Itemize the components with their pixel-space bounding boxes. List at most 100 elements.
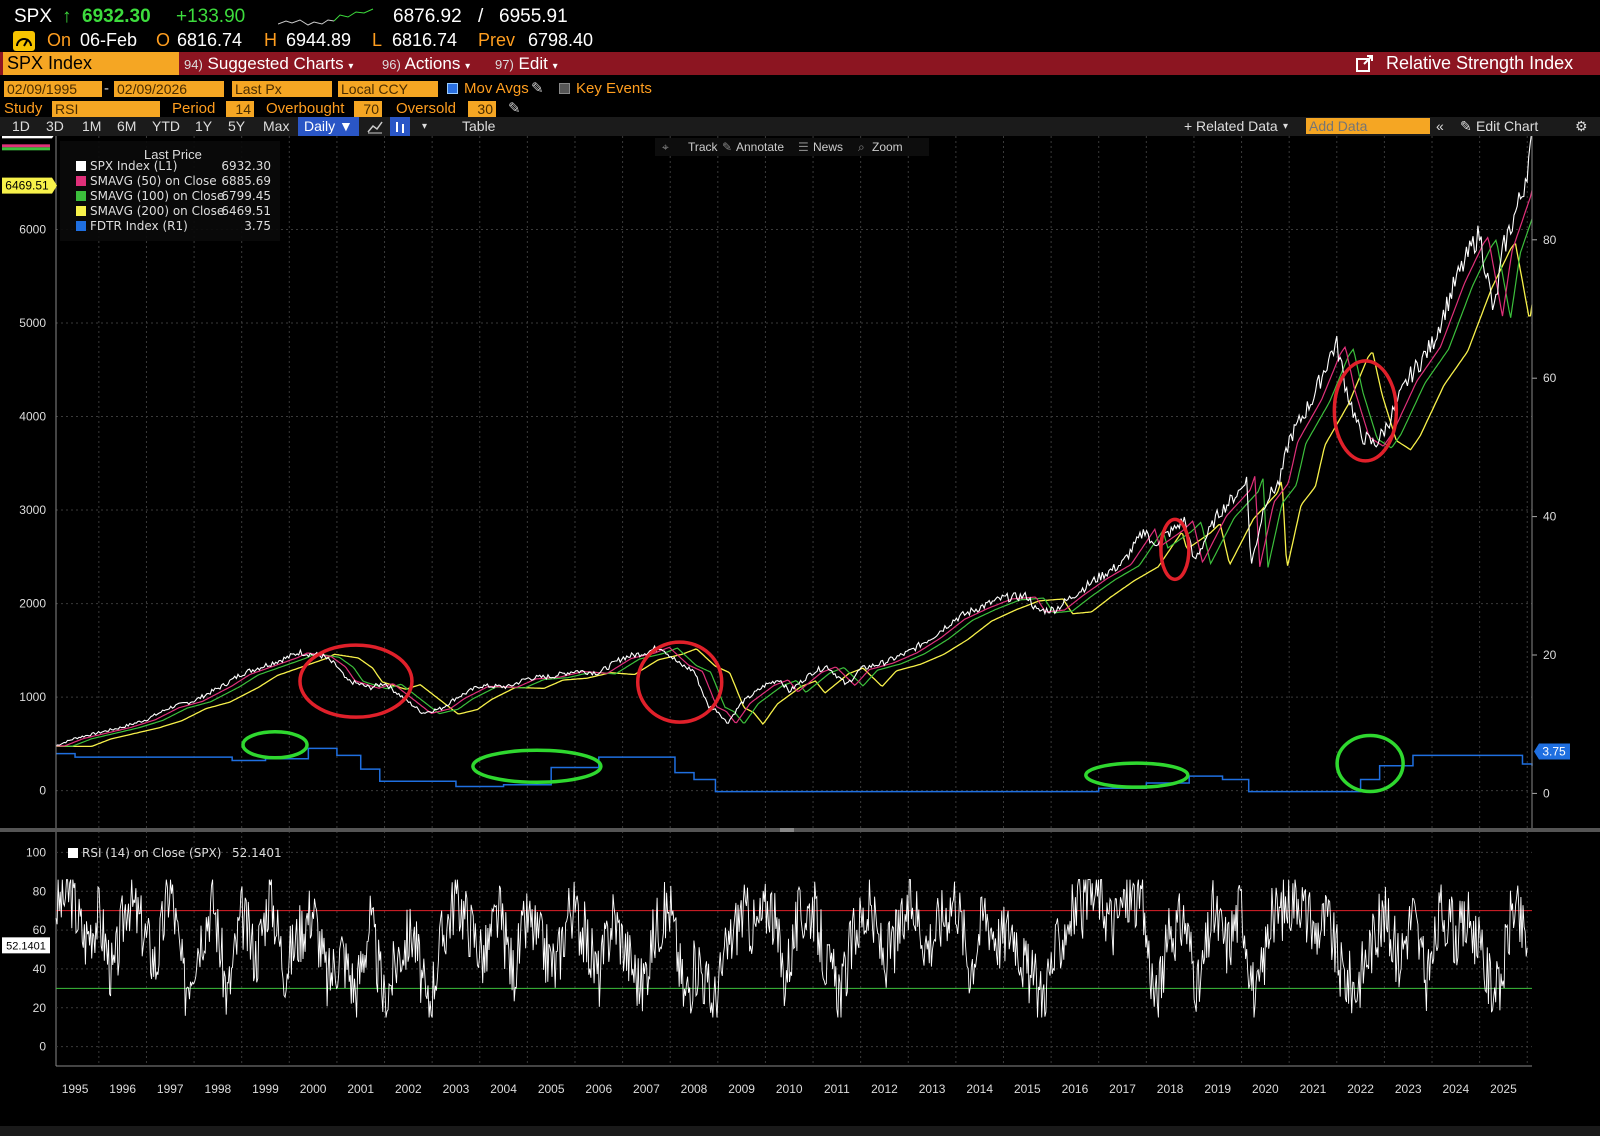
prev-value: 6798.40 [528,30,594,50]
period-field[interactable]: 14 [226,101,254,117]
date-range-dash: - [104,80,109,97]
gauge-icon[interactable] [13,31,35,51]
x-tick-label: 1996 [109,1082,136,1096]
x-tick-label: 2004 [490,1082,517,1096]
range-3d[interactable]: 3D [46,117,64,136]
x-tick-label: 1999 [252,1082,279,1096]
range-1d[interactable]: 1D [12,117,30,136]
pencil-icon[interactable]: ✎ [531,81,544,97]
x-tick-label: 2008 [681,1082,708,1096]
y-left-tick-label: 6000 [19,223,46,237]
news-icon[interactable]: ☰ [798,140,809,154]
high-label: H [264,30,277,50]
related-data-button[interactable]: Related Data [1196,117,1278,136]
chevron-down-icon: ▾ [465,61,471,72]
x-tick-label: 2006 [585,1082,612,1096]
oversold-field[interactable]: 30 [468,101,496,117]
chevron-down-icon[interactable]: ▾ [1283,117,1288,136]
quote-line-2: On 06-Feb O 6816.74 H 6944.89 L 6816.74 … [0,28,1600,52]
y-left-tick-label: 1000 [19,690,46,704]
x-tick-label: 2000 [300,1082,327,1096]
range-5y[interactable]: 5Y [228,117,245,136]
x-tick-label: 2022 [1347,1082,1374,1096]
legend-swatch [76,161,86,171]
highlight-ellipse [1335,733,1405,794]
search-icon[interactable]: ⌕ [858,140,865,154]
highlight-ellipse [1084,761,1190,789]
pencil-icon[interactable]: ✎ [722,140,732,154]
popout-icon[interactable] [1356,52,1374,75]
double-chevron-left-icon[interactable]: « [1436,117,1444,136]
chevron-down-icon[interactable]: ▾ [422,117,427,136]
highlight-ellipse [635,640,724,724]
x-tick-label: 2009 [728,1082,755,1096]
legend-series-name: FDTR Index (R1) [90,219,188,233]
range-1m[interactable]: 1M [82,117,101,136]
gear-icon[interactable]: ⚙ [1575,117,1588,136]
mov-avgs-label[interactable]: Mov Avgs [464,81,529,97]
mov-avgs-checkbox[interactable] [447,83,458,94]
y-right-tick-label: 80 [1543,233,1557,247]
line-chart-icon[interactable] [367,117,383,136]
menu-bar: SPX Index 94) Suggested Charts ▾ 96) Act… [0,52,1600,75]
legend-series-name: SMAVG (100) on Close [90,189,224,203]
x-tick-label: 2015 [1014,1082,1041,1096]
actions-button[interactable]: 96) Actions ▾ [382,52,470,75]
range-ytd[interactable]: YTD [152,117,180,136]
suggested-charts-button[interactable]: 94) Suggested Charts ▾ [184,52,353,75]
bid-price: 6876.92 [393,6,462,27]
currency-select[interactable]: Local CCY [338,81,438,97]
x-tick-label: 2017 [1109,1082,1136,1096]
news-button[interactable]: News [813,140,843,154]
table-button[interactable]: Table [462,117,495,136]
legend-series-name: SMAVG (200) on Close [90,204,224,218]
x-tick-label: 2005 [538,1082,565,1096]
range-max[interactable]: Max [263,117,289,136]
x-tick-label: 2016 [1062,1082,1089,1096]
key-events-label[interactable]: Key Events [576,81,652,97]
price-type-select[interactable]: Last Px [232,81,332,97]
plus-icon[interactable]: + [1184,117,1192,136]
range-1y[interactable]: 1Y [195,117,212,136]
edit-chart-button[interactable]: Edit Chart [1476,117,1538,136]
x-tick-label: 1995 [62,1082,89,1096]
up-arrow-icon: ↑ [62,6,72,27]
rsi-tick-label: 20 [33,1001,47,1015]
sma-100-line [56,218,1533,747]
suggested-charts-number: 94) [184,57,203,72]
x-tick-label: 1997 [157,1082,184,1096]
overbought-field[interactable]: 70 [354,101,382,117]
add-data-input[interactable] [1306,118,1430,134]
sma-200-line [56,243,1533,748]
rsi-panel: 0 20 40 60 80 100 52.1401 [2,845,1532,1054]
chart-title: Relative Strength Index [1386,53,1574,73]
bar-chart-icon[interactable] [390,117,410,136]
end-date-field[interactable]: 02/09/2026 [114,81,224,97]
pencil-icon[interactable]: ✎ [1460,117,1472,136]
period-label: Period [172,100,216,117]
crosshair-icon[interactable]: ⌖ [662,140,669,154]
x-tick-label: 2007 [633,1082,660,1096]
key-events-checkbox[interactable] [559,83,570,94]
chevron-down-icon: ▾ [348,61,354,72]
security-input[interactable]: SPX Index [3,52,179,75]
start-date-field[interactable]: 02/09/1995 [4,81,102,97]
status-bar [0,1126,1600,1136]
y-right-tick-label: 20 [1543,648,1557,662]
open-label: O [156,30,171,50]
date-range-row: 02/09/1995 - 02/09/2026 Last Px Local CC… [0,79,1600,99]
track-button[interactable]: Track [688,140,719,154]
range-6m[interactable]: 6M [117,117,136,136]
annotate-button[interactable]: Annotate [736,140,784,154]
frequency-select[interactable]: Daily ▼ [298,117,359,136]
y-left-tick-label: 4000 [19,410,46,424]
x-tick-label: 2013 [919,1082,946,1096]
x-tick-label: 2020 [1252,1082,1279,1096]
pencil-icon[interactable]: ✎ [508,101,521,117]
rsi-badge-label: 52.1401 [6,940,46,952]
study-select[interactable]: RSI [52,101,160,117]
chart-canvas[interactable]: 1995 1996 1997 1998 1999 2000 2001 2002 2003 2004… [0,136,1600,1126]
study-label: Study [4,100,43,117]
zoom-button[interactable]: Zoom [872,140,903,154]
edit-button[interactable]: 97) Edit ▾ [495,52,558,75]
